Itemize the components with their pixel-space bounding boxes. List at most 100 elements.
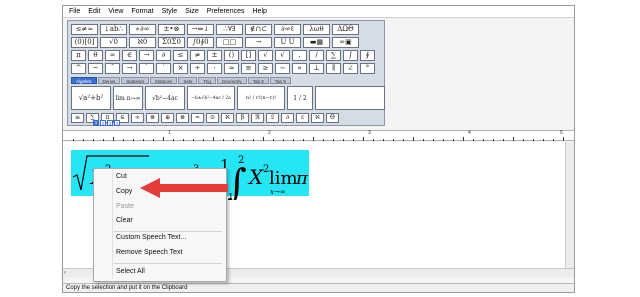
ctx-cut[interactable]: Cut: [116, 173, 127, 180]
template-combination[interactable]: n! / r!(n−r)!: [237, 86, 285, 110]
vec-button[interactable]: →: [122, 63, 137, 74]
times-button[interactable]: ×: [173, 63, 188, 74]
menu-file[interactable]: File: [69, 6, 80, 18]
zoom-4-button[interactable]: 4: [114, 120, 120, 126]
sym-btn-11[interactable]: ℵ: [221, 113, 234, 123]
propto-button[interactable]: ∝: [292, 63, 307, 74]
contour-integral-button[interactable]: ∮: [360, 50, 375, 61]
degree-button[interactable]: °: [360, 63, 375, 74]
sym-btn-5[interactable]: ∞: [131, 113, 144, 123]
template-pythag[interactable]: √a²+b²: [71, 86, 111, 110]
sym-btn-8[interactable]: ⊗: [176, 113, 189, 123]
dot-button[interactable]: .: [292, 50, 307, 61]
menu-edit[interactable]: Edit: [88, 6, 100, 18]
tab-9[interactable]: Tab 9: [269, 77, 291, 84]
operators-button[interactable]: ±•⊗: [158, 24, 185, 35]
template-empty-slot[interactable]: [315, 86, 385, 110]
ctx-paste[interactable]: Paste: [116, 203, 134, 210]
sum-button[interactable]: ∑: [326, 50, 341, 61]
radicals-button[interactable]: √0: [100, 37, 127, 48]
relations-button[interactable]: ≤≠≈: [71, 24, 98, 35]
greek-lower-button[interactable]: λωθ: [303, 24, 330, 35]
perp-button[interactable]: ⊥: [309, 63, 324, 74]
products-button[interactable]: Ū Ü: [274, 37, 301, 48]
equiv-button[interactable]: ≡: [241, 63, 256, 74]
scroll-left-icon[interactable]: ‹: [64, 269, 66, 277]
tab-statistics[interactable]: Statistics: [121, 77, 150, 84]
tilde-button[interactable]: ~: [88, 63, 103, 74]
sym-btn-12[interactable]: β: [236, 113, 249, 123]
div-button[interactable]: ÷: [190, 63, 205, 74]
menu-size[interactable]: Size: [185, 6, 199, 18]
ctx-custom-speech[interactable]: Custom Speech Text...: [116, 234, 186, 241]
zoom-3-button[interactable]: 3: [107, 120, 113, 126]
ctx-select-all[interactable]: Select All: [116, 268, 145, 275]
sym-btn-13[interactable]: ℜ: [251, 113, 264, 123]
integrals-button[interactable]: ∫0∮0: [187, 37, 214, 48]
tab-matrices[interactable]: Matrices: [150, 77, 178, 84]
sym-btn-15[interactable]: ∂: [281, 113, 294, 123]
summations-button[interactable]: Σ0Σ0: [158, 37, 185, 48]
template-half[interactable]: 1 / 2: [287, 86, 313, 110]
sets-button[interactable]: ∉∩⊂: [245, 24, 272, 35]
menu-view[interactable]: View: [108, 6, 123, 18]
matrices-button[interactable]: ▬▦: [303, 37, 330, 48]
brackets-button[interactable]: []: [241, 50, 256, 61]
sqrt-button[interactable]: √: [258, 50, 273, 61]
menu-format[interactable]: Format: [131, 6, 153, 18]
logic-button[interactable]: ∴∀∃: [216, 24, 243, 35]
parallel-button[interactable]: ∥: [326, 63, 341, 74]
labeled-arrows-button[interactable]: →: [245, 37, 272, 48]
sym-btn-6[interactable]: ⊗: [146, 113, 159, 123]
pi-button[interactable]: π: [71, 50, 86, 61]
zoom-2-button[interactable]: 2: [100, 120, 106, 126]
ctx-clear[interactable]: Clear: [116, 217, 133, 224]
arrows-button[interactable]: →⇔↓: [187, 24, 214, 35]
zoom-1-button[interactable]: 1: [93, 120, 99, 126]
menu-help[interactable]: Help: [253, 6, 267, 18]
tab-8[interactable]: Tab 8: [247, 77, 269, 84]
tab-trig[interactable]: Trig: [198, 77, 216, 84]
theta-button[interactable]: θ: [88, 50, 103, 61]
template-discriminant[interactable]: √b²−4ac: [145, 86, 185, 110]
tab-derivs[interactable]: Derivs: [97, 77, 121, 84]
sym-btn-17[interactable]: ℵ: [311, 113, 324, 123]
fences-button[interactable]: (0)[0]: [71, 37, 98, 48]
menu-style[interactable]: Style: [162, 6, 178, 18]
sym-btn-9[interactable]: ≈: [191, 113, 204, 123]
tab-sets[interactable]: Sets: [178, 77, 198, 84]
partial-button[interactable]: ∂: [156, 50, 171, 61]
sym-btn-7[interactable]: ⊕: [161, 113, 174, 123]
integral-button[interactable]: ∫: [343, 50, 358, 61]
slash-button[interactable]: /: [309, 50, 324, 61]
approx-button[interactable]: ≈: [224, 63, 239, 74]
boxes-button[interactable]: ∞▣: [332, 37, 359, 48]
bars-button[interactable]: □□: [216, 37, 243, 48]
ctx-copy[interactable]: Copy: [116, 188, 132, 195]
sym-btn-10[interactable]: ⊙: [206, 113, 219, 123]
prime-button[interactable]: ′: [156, 63, 171, 74]
vertical-scrollbar[interactable]: [565, 142, 574, 276]
greek-upper-button[interactable]: ΔΩΘ: [332, 24, 359, 35]
tab-geometry[interactable]: Geometry: [216, 77, 247, 84]
neq-button[interactable]: ≠: [190, 50, 205, 61]
element-of-button[interactable]: ∈: [122, 50, 137, 61]
cdot-button[interactable]: ·: [207, 63, 222, 74]
arrow-button[interactable]: →: [139, 50, 154, 61]
leq-button[interactable]: ≤: [173, 50, 188, 61]
infinity-button[interactable]: ∞: [105, 50, 120, 61]
plusminus-button[interactable]: ±: [207, 50, 222, 61]
sim-button[interactable]: ∼: [275, 63, 290, 74]
misc-button[interactable]: ∂∞ℓ: [274, 24, 301, 35]
tab-algebra[interactable]: Algebra: [71, 77, 97, 84]
nthroot-button[interactable]: √: [275, 50, 290, 61]
angle-button[interactable]: ∠: [343, 63, 358, 74]
sym-btn-16[interactable]: ε: [296, 113, 309, 123]
template-quadratic[interactable]: −b±√b²−4ac / 2a: [187, 86, 235, 110]
geq-button[interactable]: ≥: [258, 63, 273, 74]
bar-button[interactable]: ¯: [105, 63, 120, 74]
sym-btn-18[interactable]: Θ: [326, 113, 339, 123]
ruler[interactable]: 1 2 3 4 5: [63, 130, 574, 141]
hat-button[interactable]: ^: [71, 63, 86, 74]
subscripts-button[interactable]: ℵ0: [129, 37, 156, 48]
